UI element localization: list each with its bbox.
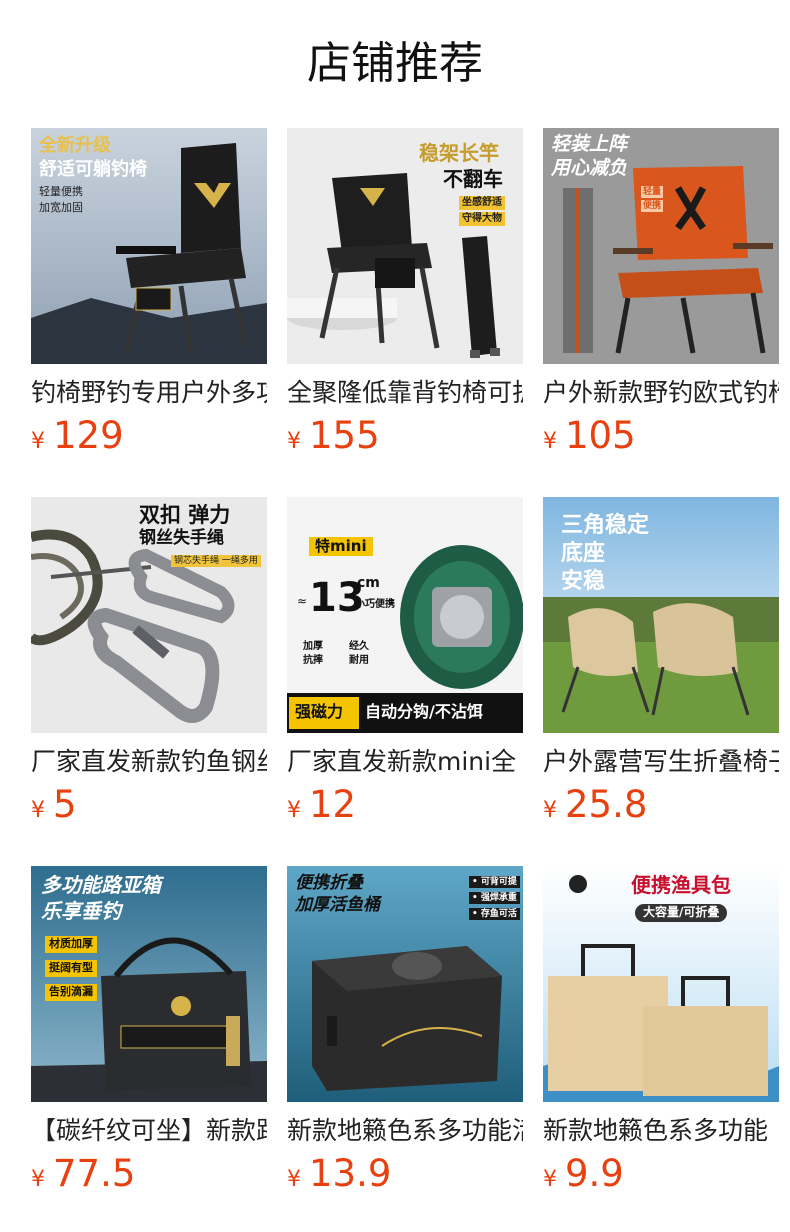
page-title: 店铺推荐 — [307, 38, 483, 89]
product-image[interactable]: 特mini ≈ 13 cm 小巧便携 加厚 抗摔 经久 耐用 强磁力 自动分钩/… — [287, 497, 523, 733]
product-card[interactable]: 便携渔具包 大容量/可折叠 新款地籁色系多功能 ¥9.9 — [543, 866, 779, 1202]
currency-symbol: ¥ — [287, 1167, 301, 1192]
product-card[interactable]: 稳架长竿 不翻车 坐感舒适 守得大物 全聚隆低靠背钓椅可折叠 ¥155 — [287, 128, 523, 464]
product-image[interactable]: 三角稳定 底座 安稳 — [543, 497, 779, 733]
product-title[interactable]: 【碳纤纹可坐】新款路亚箱 — [31, 1114, 267, 1148]
product-price: ¥9.9 — [543, 1152, 624, 1196]
price-amount: 105 — [565, 414, 636, 457]
promo-text: 乐享垂钓 — [41, 899, 121, 923]
price-amount: 77.5 — [53, 1152, 136, 1195]
product-title[interactable]: 全聚隆低靠背钓椅可折叠 — [287, 376, 523, 410]
promo-text: 双扣 弹力 — [139, 503, 231, 527]
promo-text: 轻装上阵 — [551, 133, 628, 155]
currency-symbol: ¥ — [543, 429, 557, 454]
price-amount: 25.8 — [565, 783, 648, 826]
promo-text: 钢芯失手绳 一绳多用 — [171, 555, 261, 568]
price-amount: 9.9 — [565, 1152, 624, 1195]
product-grid: 全新升级 舒适可躺钓椅 轻量便携 加宽加固 钓椅野钓专用户外多功能 ¥129 — [31, 128, 779, 1202]
promo-text: 大容量/可折叠 — [635, 904, 728, 922]
product-title[interactable]: 户外露营写生折叠椅子 — [543, 745, 779, 779]
product-image[interactable]: 便携渔具包 大容量/可折叠 — [543, 866, 779, 1102]
product-image[interactable]: 稳架长竿 不翻车 坐感舒适 守得大物 — [287, 128, 523, 364]
product-card[interactable]: 便携折叠 加厚活鱼桶 • 可背可提 • 强焊承重 • 存鱼可活 新款地籁色系多功… — [287, 866, 523, 1202]
product-title[interactable]: 厂家直发新款钓鱼钢丝失手绳 — [31, 745, 267, 779]
promo-text: 安稳 — [561, 569, 606, 594]
product-card[interactable]: 全新升级 舒适可躺钓椅 轻量便携 加宽加固 钓椅野钓专用户外多功能 ¥129 — [31, 128, 267, 464]
product-image[interactable]: 双扣 弹力 钢丝失手绳 钢芯失手绳 一绳多用 — [31, 497, 267, 733]
tackle-bag-icon — [543, 866, 779, 1102]
promo-text: • 强焊承重 — [469, 892, 520, 905]
promo-text: 全新升级 — [39, 135, 111, 156]
product-price: ¥105 — [543, 414, 636, 458]
promo-text: 便携渔具包 — [631, 873, 731, 897]
price-amount: 129 — [53, 414, 124, 457]
price-amount: 12 — [309, 783, 357, 826]
product-price: ¥5 — [31, 783, 77, 827]
currency-symbol: ¥ — [31, 798, 45, 823]
product-price: ¥129 — [31, 414, 124, 458]
product-card[interactable]: 轻装上阵 用心减负 轻量 便携 户外新款野钓欧式钓椅 ¥105 — [543, 128, 779, 464]
currency-symbol: ¥ — [31, 1167, 45, 1192]
product-title[interactable]: 钓椅野钓专用户外多功能 — [31, 376, 267, 410]
currency-symbol: ¥ — [287, 798, 301, 823]
promo-text: 守得大物 — [459, 212, 505, 226]
promo-text: 用心减负 — [551, 157, 628, 179]
currency-symbol: ¥ — [543, 798, 557, 823]
product-image[interactable]: 便携折叠 加厚活鱼桶 • 可背可提 • 强焊承重 • 存鱼可活 — [287, 866, 523, 1102]
promo-text: 耐用 — [349, 655, 369, 666]
product-price: ¥25.8 — [543, 783, 647, 827]
product-card[interactable]: 特mini ≈ 13 cm 小巧便携 加厚 抗摔 经久 耐用 强磁力 自动分钩/… — [287, 497, 523, 833]
promo-text: 小巧便携 — [355, 599, 395, 610]
promo-text: 坐感舒适 — [459, 196, 505, 210]
promo-text: 经久 — [349, 641, 369, 652]
promo-text: 多功能路亚箱 — [41, 873, 161, 897]
promo-text: 加厚活鱼桶 — [295, 895, 380, 915]
promo-text: 轻量便携 — [39, 185, 83, 198]
promo-text: 挺阔有型 — [45, 960, 97, 977]
product-image[interactable]: 全新升级 舒适可躺钓椅 轻量便携 加宽加固 — [31, 128, 267, 364]
currency-symbol: ¥ — [543, 1167, 557, 1192]
currency-symbol: ¥ — [31, 429, 45, 454]
promo-text: 加宽加固 — [39, 201, 83, 214]
promo-text: 强磁力 — [295, 702, 344, 721]
promo-text: 三角稳定 — [561, 513, 650, 538]
currency-symbol: ¥ — [287, 429, 301, 454]
product-title[interactable]: 户外新款野钓欧式钓椅 — [543, 376, 779, 410]
promo-text: 加厚 — [303, 641, 323, 652]
promo-text: 舒适可躺钓椅 — [39, 159, 147, 180]
promo-text: ≈ — [297, 594, 308, 608]
product-title[interactable]: 新款地籁色系多功能活鱼桶 — [287, 1114, 523, 1148]
promo-text: 底座 — [561, 541, 606, 566]
promo-text: 抗摔 — [303, 655, 323, 666]
product-card[interactable]: 三角稳定 底座 安稳 户外露营写生折叠椅子 ¥25.8 — [543, 497, 779, 833]
promo-text: 便携 — [641, 200, 664, 213]
promo-text: 自动分钩/不沾饵 — [365, 702, 483, 721]
price-amount: 155 — [309, 414, 380, 457]
promo-text: 钢丝失手绳 — [139, 528, 224, 548]
promo-text: 材质加厚 — [45, 936, 97, 953]
price-amount: 13.9 — [309, 1152, 392, 1195]
product-price: ¥12 — [287, 783, 356, 827]
promo-text: 稳架长竿 — [419, 141, 499, 165]
promo-text: 告别滴漏 — [45, 984, 97, 1001]
promo-text: • 可背可提 — [469, 876, 520, 889]
product-title[interactable]: 新款地籁色系多功能 — [543, 1114, 779, 1148]
product-card[interactable]: 多功能路亚箱 乐享垂钓 材质加厚 挺阔有型 告别滴漏 【碳纤纹可坐】新款路亚箱 … — [31, 866, 267, 1202]
promo-text: 便携折叠 — [295, 873, 363, 893]
product-card[interactable]: 双扣 弹力 钢丝失手绳 钢芯失手绳 一绳多用 厂家直发新款钓鱼钢丝失手绳 ¥5 — [31, 497, 267, 833]
product-title[interactable]: 厂家直发新款mini全 — [287, 745, 523, 779]
promo-text: 特mini — [309, 537, 373, 557]
product-price: ¥77.5 — [31, 1152, 135, 1196]
promo-text: 不翻车 — [443, 167, 503, 191]
promo-text: • 存鱼可活 — [469, 908, 520, 921]
price-amount: 5 — [53, 783, 77, 826]
product-price: ¥155 — [287, 414, 380, 458]
product-image[interactable]: 多功能路亚箱 乐享垂钓 材质加厚 挺阔有型 告别滴漏 — [31, 866, 267, 1102]
promo-text: cm — [357, 575, 380, 591]
product-image[interactable]: 轻装上阵 用心减负 轻量 便携 — [543, 128, 779, 364]
product-price: ¥13.9 — [287, 1152, 391, 1196]
promo-text: 轻量 — [641, 186, 664, 199]
